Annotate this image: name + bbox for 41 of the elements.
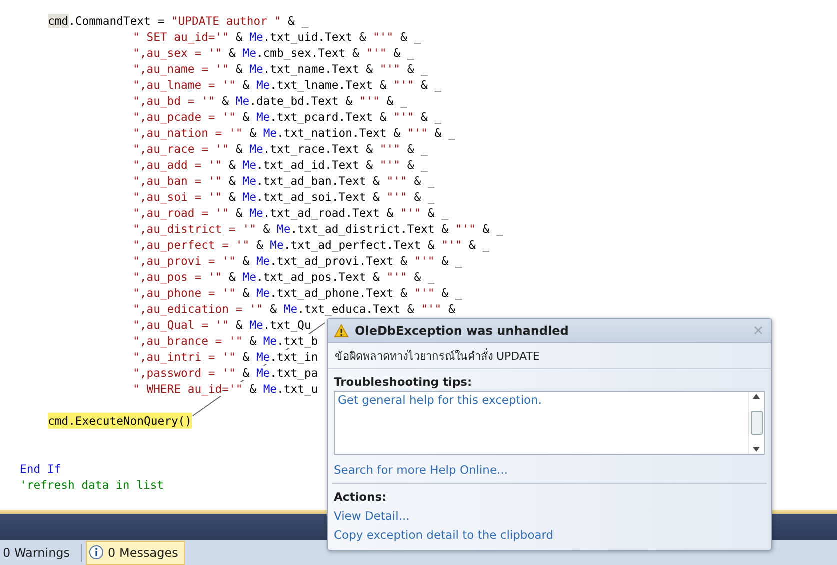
code-line: ",password = '" & Me.txt_pa bbox=[133, 365, 318, 381]
code-line: " WHERE au_id='" & Me.txt_u bbox=[133, 381, 318, 397]
scroll-down-icon[interactable] bbox=[753, 447, 760, 452]
code-line: ",au_soi = '" & Me.txt_ad_soi.Text & "'" & _ bbox=[133, 189, 435, 205]
code-line: ",au_bd = '" & Me.date_bd.Text & "'" & _ bbox=[133, 93, 408, 109]
close-icon bbox=[754, 326, 763, 335]
section-heading: Troubleshooting tips: bbox=[333, 374, 474, 391]
tip-link[interactable]: Get general help for this exception. bbox=[338, 393, 745, 407]
help-link[interactable]: Search for more Help Online... bbox=[334, 463, 765, 477]
action-link[interactable]: Copy exception detail to the clipboard bbox=[328, 525, 771, 544]
section-heading: Actions: bbox=[333, 489, 388, 506]
code-line: ",au_intri = '" & Me.txt_in bbox=[133, 349, 318, 365]
code-line: ",au_add = '" & Me.txt_ad_id.Text & "'" & _ bbox=[133, 157, 428, 173]
code-line: ",au_edication = '" & Me.txt_educa.Text & "'" & bbox=[133, 301, 456, 317]
error-message: ข้อผิดพลาดทางไวยากรณ์ในคำสั่ง UPDATE bbox=[335, 348, 540, 364]
status-tab[interactable]: 0 Messages bbox=[86, 540, 186, 564]
code-line: ",au_ban = '" & Me.txt_ad_ban.Text & "'" & _ bbox=[133, 173, 435, 189]
code-line: ",au_phone = '" & Me.txt_ad_phone.Text & "'" & _ bbox=[133, 285, 462, 301]
warning-icon bbox=[334, 324, 349, 338]
action-link[interactable]: View Detail... bbox=[328, 506, 771, 525]
code-line: ",au_road = '" & Me.txt_ad_road.Text & "'" & _ bbox=[133, 205, 448, 221]
code-line: ",au_pcade = '" & Me.txt_pcard.Text & "'" & _ bbox=[133, 109, 442, 125]
code-line: ",au_name = '" & Me.txt_name.Text & "'" & _ bbox=[133, 61, 428, 77]
scroll-up-icon[interactable] bbox=[753, 394, 760, 399]
code-line: ",au_sex = '" & Me.cmb_sex.Text & "'" & _ bbox=[133, 45, 414, 61]
info-icon bbox=[89, 545, 104, 560]
code-line: ",au_nation = '" & Me.txt_nation.Text & "'" & _ bbox=[133, 125, 456, 141]
code-line: ",au_pos = '" & Me.txt_ad_pos.Text & "'" & _ bbox=[133, 269, 435, 285]
scrollbar[interactable] bbox=[748, 392, 764, 454]
code-line: ",au_provi = '" & Me.txt_ad_provi.Text & "'" & _ bbox=[133, 253, 462, 269]
code-line: cmd.ExecuteNonQuery() bbox=[48, 413, 192, 429]
code-line: ",au_perfect = '" & Me.txt_ad_perfect.Text & "'" & _ bbox=[133, 237, 490, 253]
code-line: ",au_district = '" & Me.txt_ad_district.Text & "'" & _ bbox=[133, 221, 504, 237]
dialog-title: OleDbException was unhandled bbox=[355, 324, 570, 338]
status-tab[interactable]: 0 Warnings bbox=[0, 540, 78, 564]
code-line: " SET au_id='" & Me.txt_uid.Text & "'" & _ bbox=[133, 29, 422, 45]
code-line: ",au_race = '" & Me.txt_race.Text & "'" & _ bbox=[133, 141, 428, 157]
code-line: cmd.CommandText = "UPDATE author " & _ bbox=[48, 13, 309, 29]
code-line: ",au_brance = '" & Me.txt_b bbox=[133, 333, 318, 349]
code-line: ",au_Qual = '" & Me.txt_Qu bbox=[133, 317, 312, 333]
code-line: ",au_lname = '" & Me.txt_lname.Text & "'" & _ bbox=[133, 77, 442, 93]
